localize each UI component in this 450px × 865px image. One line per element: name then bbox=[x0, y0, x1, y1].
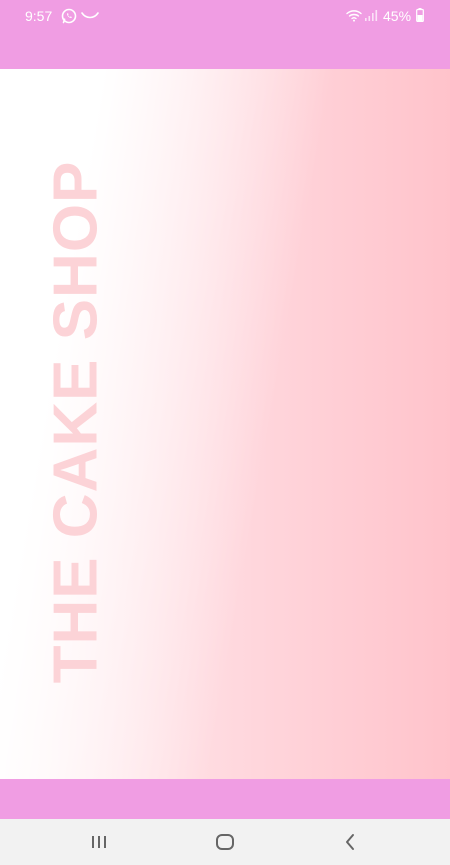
shop-title: THE CAKE SHOP bbox=[41, 160, 111, 684]
bottom-app-bar bbox=[0, 779, 450, 819]
recents-button[interactable] bbox=[79, 827, 119, 857]
battery-icon bbox=[416, 8, 424, 22]
status-time: 9:57 bbox=[25, 8, 53, 24]
signal-icon bbox=[365, 10, 378, 21]
back-icon bbox=[346, 834, 354, 850]
app-screen: 9:57 45% THE CAKE SHOP bbox=[0, 0, 450, 865]
home-button[interactable] bbox=[205, 827, 245, 857]
call-icon bbox=[81, 12, 99, 19]
top-app-bar: 9:57 45% bbox=[0, 0, 450, 69]
status-bar: 9:57 45% bbox=[0, 0, 450, 32]
wifi-icon bbox=[346, 10, 362, 22]
home-icon bbox=[216, 834, 234, 850]
system-navigation-bar bbox=[0, 819, 450, 865]
whatsapp-icon bbox=[61, 8, 77, 24]
battery-percent: 45% bbox=[383, 8, 412, 24]
back-button[interactable] bbox=[330, 827, 370, 857]
recents-icon bbox=[92, 836, 106, 848]
